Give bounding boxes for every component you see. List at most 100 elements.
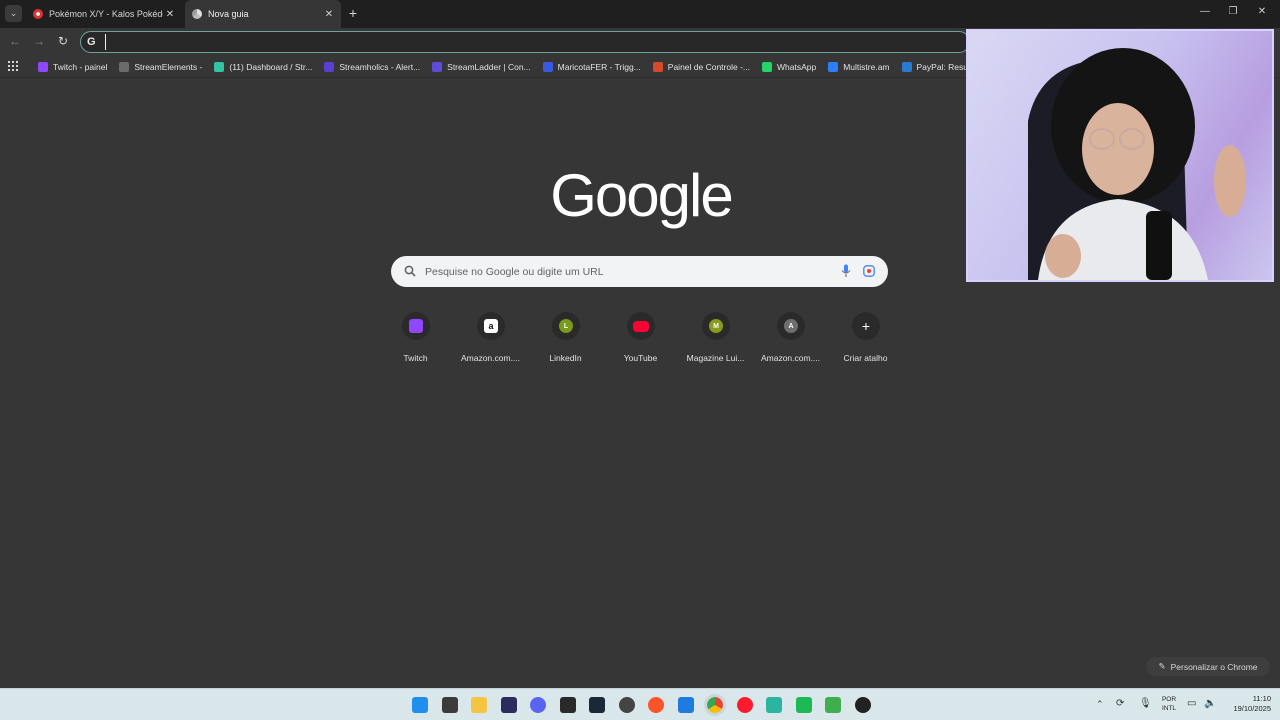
google-search-box[interactable] — [391, 256, 888, 287]
customize-chrome-button[interactable]: ✎ Personalizar o Chrome — [1146, 657, 1270, 676]
bookmark-item[interactable]: Painel de Controle -... — [652, 62, 750, 72]
chrome-icon[interactable] — [704, 694, 726, 716]
tab-strip: ⌄ Pokémon X/Y - Kalos Pokédex | ✕ Nova g… — [0, 0, 1280, 28]
lang-line1: POR — [1161, 696, 1177, 703]
shortcut-icon: + — [852, 312, 880, 340]
chevron-up-icon[interactable]: ⌃ — [1096, 699, 1104, 720]
streamer-image — [1028, 48, 1246, 280]
google-g-icon: G — [87, 36, 96, 48]
bookmark-label: MaricotaFER - Trigg... — [557, 62, 641, 72]
forward-button[interactable]: → — [32, 34, 46, 48]
shortcut-badge — [409, 319, 423, 333]
file-explorer-icon[interactable] — [471, 697, 487, 713]
shortcut-icon: M — [702, 312, 730, 340]
bookmark-favicon-icon — [432, 62, 443, 72]
bookmark-item[interactable]: PayPal: Resumo — [901, 62, 968, 72]
pokeball-icon — [33, 9, 43, 19]
app-teal-icon[interactable] — [766, 697, 782, 713]
app-blue-icon[interactable] — [678, 697, 694, 713]
shortcut-badge: A — [784, 319, 798, 333]
restore-icon[interactable]: ❐ — [1226, 6, 1240, 17]
opera-icon[interactable] — [737, 697, 753, 713]
shortcut-tile[interactable]: + Criar atalho — [828, 310, 903, 370]
bookmark-favicon-icon — [762, 62, 772, 72]
app-dark-icon[interactable] — [501, 697, 517, 713]
shortcut-icon — [402, 312, 430, 340]
shortcut-icon: a — [477, 312, 505, 340]
steam-icon[interactable] — [589, 697, 605, 713]
shortcut-label: Magazine Lui... — [686, 353, 745, 363]
brave-icon[interactable] — [648, 697, 664, 713]
app-green-icon[interactable] — [825, 697, 841, 713]
shortcut-tile[interactable]: YouTube — [603, 310, 678, 370]
shortcut-label: Twitch — [403, 353, 428, 363]
shortcut-label: YouTube — [623, 353, 658, 363]
bookmark-label: Painel de Controle -... — [667, 62, 750, 72]
obs-icon[interactable] — [619, 697, 635, 713]
bookmark-item[interactable]: StreamLadder | Con... — [432, 62, 531, 72]
language-indicator[interactable]: POR INTL — [1160, 695, 1178, 713]
new-tab-button[interactable]: + — [346, 5, 360, 22]
bookmark-favicon-icon — [652, 62, 663, 72]
bookmark-item[interactable]: (11) Dashboard / Str... — [214, 62, 312, 72]
bookmark-item[interactable]: WhatsApp — [762, 62, 816, 72]
shortcut-badge — [633, 320, 649, 332]
bookmark-list: Twitch - painel StreamElements - (11) Dash… — [38, 56, 968, 78]
bookmark-label: (11) Dashboard / Str... — [229, 62, 313, 72]
microphone-icon[interactable] — [841, 264, 851, 278]
task-view-icon[interactable] — [442, 697, 458, 713]
shortcut-tile[interactable]: a Amazon.com.... — [453, 310, 528, 370]
bookmark-item[interactable]: Twitch - painel — [38, 62, 107, 72]
microphone-tray-icon[interactable]: 🎙 — [1139, 698, 1152, 720]
bookmark-label: Streamholics - Alert... — [339, 62, 421, 72]
bookmark-favicon-icon — [828, 62, 839, 72]
windows-start-icon[interactable] — [412, 697, 428, 713]
back-button[interactable]: ← — [8, 34, 22, 48]
spotify-icon[interactable] — [796, 697, 812, 713]
tab-search-icon[interactable]: ⌄ — [5, 5, 22, 22]
omnibox[interactable]: G — [80, 31, 970, 53]
search-icon — [404, 265, 416, 277]
bookmark-label: StreamLadder | Con... — [447, 62, 531, 72]
shortcut-icon: A — [777, 312, 805, 340]
network-icon[interactable]: ▭ — [1187, 698, 1196, 720]
google-lens-icon[interactable] — [863, 265, 875, 277]
shortcut-tile[interactable]: M Magazine Lui... — [678, 310, 753, 370]
bookmark-favicon-icon — [119, 62, 130, 72]
shortcut-tile[interactable]: A Amazon.com.... — [753, 310, 828, 370]
bookmark-label: StreamElements - — [134, 62, 203, 72]
tab-title: Pokémon X/Y - Kalos Pokédex | — [49, 9, 163, 19]
clock[interactable]: 11:10 19/10/2025 — [1225, 694, 1271, 714]
window-close-icon[interactable]: ✕ — [1255, 6, 1269, 17]
search-input[interactable] — [425, 262, 825, 281]
bookmark-item[interactable]: MaricotaFER - Trigg... — [542, 62, 641, 72]
shortcut-badge: L — [559, 319, 573, 333]
clock-date: 19/10/2025 — [1233, 704, 1271, 713]
clock-time: 11:10 — [1252, 694, 1271, 703]
close-icon[interactable]: ✕ — [163, 9, 177, 20]
shortcut-label: Criar atalho — [843, 353, 888, 363]
sync-icon[interactable]: ⟳ — [1116, 698, 1124, 720]
pencil-icon: ✎ — [1158, 661, 1166, 671]
epic-games-icon[interactable] — [560, 697, 576, 713]
address-bar-input[interactable] — [105, 34, 945, 50]
bookmark-item[interactable]: StreamElements - — [119, 62, 202, 72]
close-icon[interactable]: ✕ — [322, 9, 336, 20]
steam-2-icon[interactable] — [855, 697, 871, 713]
windows-taskbar: ⌃ ⟳ 🎙 POR INTL ▭ 🔈 11:10 19/10/2025 — [0, 688, 1280, 720]
webcam-overlay — [966, 29, 1274, 282]
minimize-icon[interactable]: — — [1198, 6, 1212, 17]
shortcut-tile[interactable]: L LinkedIn — [528, 310, 603, 370]
reload-button[interactable]: ↻ — [56, 34, 70, 48]
volume-icon[interactable]: 🔈 — [1204, 698, 1216, 720]
shortcut-badge: a — [484, 319, 498, 333]
shortcut-tile[interactable]: Twitch — [378, 310, 453, 370]
tab-new-tab[interactable]: Nova guia ✕ — [185, 0, 341, 28]
apps-grid-icon[interactable] — [8, 61, 18, 71]
customize-label: Personalizar o Chrome — [1170, 661, 1258, 672]
bookmark-item[interactable]: Streamholics - Alert... — [324, 62, 420, 72]
bookmark-item[interactable]: Multistre.am — [828, 62, 890, 72]
bookmark-label: WhatsApp — [777, 62, 817, 72]
tab-pokedex[interactable]: Pokémon X/Y - Kalos Pokédex | ✕ — [26, 0, 182, 28]
discord-icon[interactable] — [530, 697, 546, 713]
